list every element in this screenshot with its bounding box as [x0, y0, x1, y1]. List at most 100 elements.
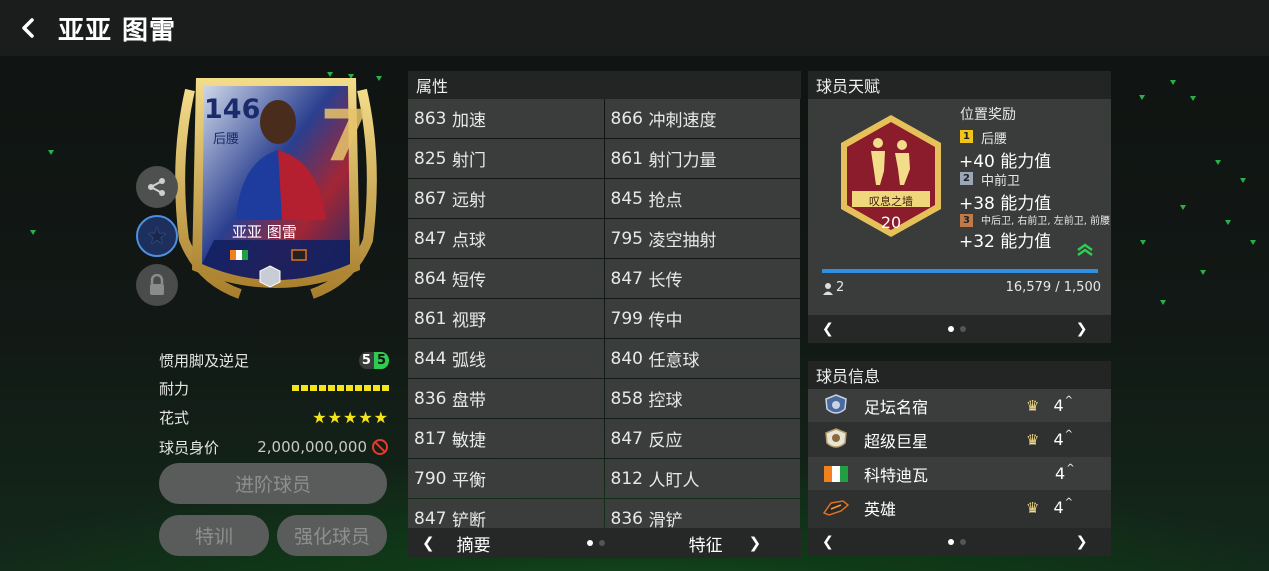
page-dots — [586, 540, 605, 546]
player-info-next-icon[interactable]: ❯ — [1076, 534, 1088, 550]
attribute-value: 840 — [610, 348, 643, 369]
attribute-value: 861 — [414, 308, 447, 329]
bonus-item-2: 2 中前卫 +38 能力值 — [959, 170, 1052, 214]
level-icon-1: ♛ — [1026, 396, 1040, 415]
attributes-grid[interactable]: 863 加速 866 冲刺速度 825 射门 861 射门力量 867 远射 845 抢点 847 点球 7… — [408, 99, 801, 529]
attribute-cell: 858 控球 — [604, 379, 800, 418]
star-icon: ★ — [146, 222, 168, 250]
no-trade-icon — [372, 439, 388, 455]
attribute-cell: 836 滑铲 — [604, 499, 800, 529]
attribute-value: 847 — [610, 428, 643, 449]
attribute-value: 836 — [610, 508, 643, 529]
talent-badge[interactable]: 叹息之墙 20 — [838, 113, 944, 239]
player-info-row[interactable]: 足坛名宿 ♛ 4 ^ — [808, 389, 1111, 422]
player-info-level-1: 4 — [1053, 396, 1064, 415]
prev-page-icon[interactable]: ❮ — [422, 534, 435, 552]
attribute-cell: 845 抢点 — [604, 179, 800, 218]
level-icon-4: ♛ — [1026, 498, 1040, 517]
attribute-value: 836 — [414, 388, 447, 409]
back-icon[interactable] — [0, 0, 56, 56]
attribute-name: 短传 — [452, 271, 486, 291]
attribute-row: 861 视野 799 传中 — [408, 299, 801, 339]
talent-next-icon[interactable]: ❯ — [1076, 321, 1088, 337]
superstar-icon — [825, 427, 847, 448]
person-icon — [823, 283, 833, 295]
attribute-value: 825 — [414, 148, 447, 169]
attribute-cell: 817 敏捷 — [408, 419, 604, 458]
traits-tab[interactable]: 特征 — [689, 531, 723, 556]
attribute-row: 836 盘带 858 控球 — [408, 379, 801, 419]
share-icon — [148, 178, 165, 196]
player-info-row[interactable]: 超级巨星 ♛ 4 ^ — [808, 423, 1111, 456]
legend-icon — [825, 393, 847, 414]
attribute-name: 敏捷 — [452, 431, 486, 451]
weak-foot-badge: 5 5 — [358, 351, 389, 369]
rank-badge-1: 1 — [960, 130, 973, 143]
attribute-name: 任意球 — [648, 351, 700, 371]
attribute-name: 加速 — [452, 111, 486, 131]
attribute-value: 812 — [610, 468, 643, 489]
attribute-cell: 847 铲断 — [408, 499, 604, 529]
player-info-panel: 球员信息 足坛名宿 ♛ 4 ^ 超级巨星 ♛ 4 ^ 科特迪瓦 4 ^ 英雄 ♛… — [808, 361, 1111, 556]
attribute-value: 817 — [414, 428, 447, 449]
player-info-row[interactable]: 英雄 ♛ 4 ^ — [808, 491, 1111, 524]
attribute-name: 射门 — [452, 151, 486, 171]
attribute-cell: 795 凌空抽射 — [604, 219, 800, 258]
chevron-up-icon: ^ — [1064, 497, 1074, 508]
next-page-icon[interactable]: ❯ — [749, 534, 762, 552]
player-info-title: 球员信息 — [808, 361, 1111, 389]
attributes-panel: 属性 863 加速 866 冲刺速度 825 射门 861 射门力量 867 远射 845 抢点 847… — [408, 71, 801, 558]
card-position: 后腰 — [213, 132, 240, 147]
bonus-position-2: 中前卫 — [981, 174, 1021, 189]
value-row: 球员身价 2,000,000,000 — [159, 434, 389, 460]
attribute-value: 861 — [610, 148, 643, 169]
attribute-cell: 861 射门力量 — [604, 139, 800, 178]
attribute-name: 滑铲 — [648, 511, 683, 529]
attribute-name: 冲刺速度 — [648, 111, 717, 131]
attribute-cell: 790 平衡 — [408, 459, 604, 498]
talent-title: 球员天赋 — [808, 71, 1111, 99]
talent-progress-fill — [822, 269, 1098, 273]
stamina-bar — [292, 385, 389, 391]
attribute-value: 866 — [610, 108, 643, 129]
favorite-button[interactable]: ★ — [136, 215, 178, 257]
attributes-title: 属性 — [408, 71, 801, 99]
svg-text:7: 7 — [320, 95, 369, 177]
attribute-value: 867 — [414, 188, 447, 209]
attribute-name: 平衡 — [452, 471, 486, 491]
player-info-prev-icon[interactable]: ❮ — [822, 534, 834, 550]
attribute-value: 845 — [610, 188, 643, 209]
player-info-row[interactable]: 科特迪瓦 4 ^ — [808, 457, 1111, 490]
attribute-cell: 861 视野 — [408, 299, 604, 338]
attribute-name: 射门力量 — [648, 151, 717, 171]
attributes-footer: ❮ 摘要 特征 ❯ — [408, 528, 801, 558]
attribute-cell: 867 远射 — [408, 179, 604, 218]
card-rating: 146 — [204, 94, 261, 125]
attribute-value: 847 — [414, 228, 447, 249]
attribute-row: 847 铲断 836 滑铲 — [408, 499, 801, 529]
bonus-value-2: +38 能力值 — [959, 194, 1052, 214]
advance-player-button[interactable]: 进阶球员 — [159, 463, 387, 504]
player-info-name-3: 科特迪瓦 — [864, 465, 929, 485]
bonus-position-3: 中后卫, 右前卫, 左前卫, 前腰 — [981, 216, 1111, 227]
attribute-cell: 812 人盯人 — [604, 459, 800, 498]
enhance-player-button[interactable]: 强化球员 — [277, 515, 387, 556]
player-card[interactable]: 7 146 后腰 亚亚 图雷 — [170, 70, 382, 302]
weak-foot-left: 5 — [358, 351, 374, 369]
talent-progress-text: 16,579 / 1,500 — [1005, 280, 1101, 295]
attribute-cell: 863 加速 — [408, 99, 604, 138]
attribute-cell: 864 短传 — [408, 259, 604, 298]
attribute-cell: 836 盘带 — [408, 379, 604, 418]
attribute-name: 点球 — [452, 231, 486, 251]
attribute-name: 盘带 — [452, 391, 486, 411]
training-button[interactable]: 特训 — [159, 515, 269, 556]
chevron-up-icon: ^ — [1064, 395, 1074, 406]
share-button[interactable] — [136, 166, 178, 208]
talent-prev-icon[interactable]: ❮ — [822, 321, 834, 337]
bonus-position-1: 后腰 — [981, 132, 1008, 147]
player-info-level-2: 4 — [1053, 430, 1064, 449]
summary-tab[interactable]: 摘要 — [457, 531, 491, 556]
lock-button[interactable] — [136, 264, 178, 306]
attribute-cell: 866 冲刺速度 — [604, 99, 800, 138]
attribute-name: 控球 — [648, 391, 683, 411]
